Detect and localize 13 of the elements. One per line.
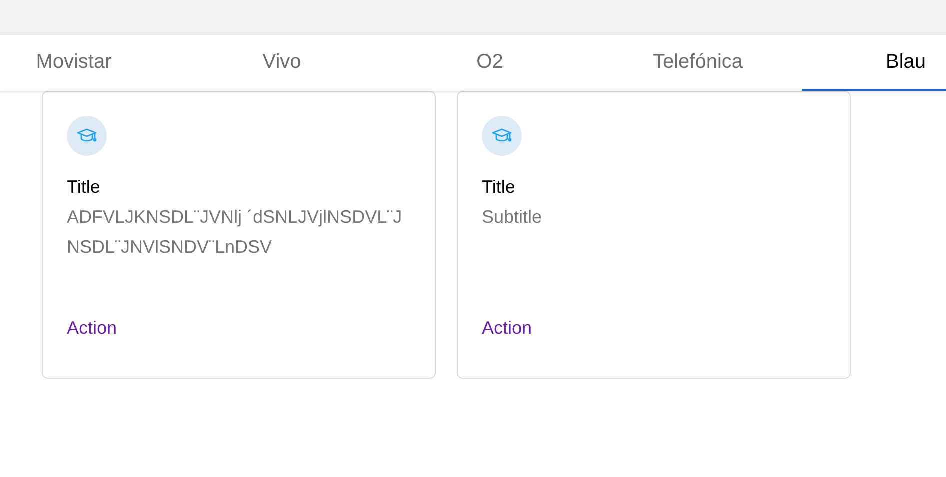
tab[interactable]: O2 xyxy=(386,35,594,91)
action-link[interactable]: Action xyxy=(482,315,532,342)
graduation-cap-icon xyxy=(492,128,512,144)
action-link[interactable]: Action xyxy=(67,315,118,342)
card-subtitle: Subtitle xyxy=(482,206,544,229)
graduation-cap-icon xyxy=(77,128,97,144)
tab[interactable]: Vivo xyxy=(178,35,386,91)
card-title: Title xyxy=(482,176,516,199)
tab[interactable]: Blau xyxy=(802,35,946,91)
tab[interactable]: Movistar xyxy=(0,35,178,91)
tab[interactable]: Telefónica xyxy=(594,35,802,91)
card-subtitle: ADFVLJKNSDL¨JVNlj ´dSNLJVjlNSDVL¨JNSDL¨JNVlSNDV¨LnDSV xyxy=(67,206,404,259)
card-title: Title xyxy=(67,176,102,199)
